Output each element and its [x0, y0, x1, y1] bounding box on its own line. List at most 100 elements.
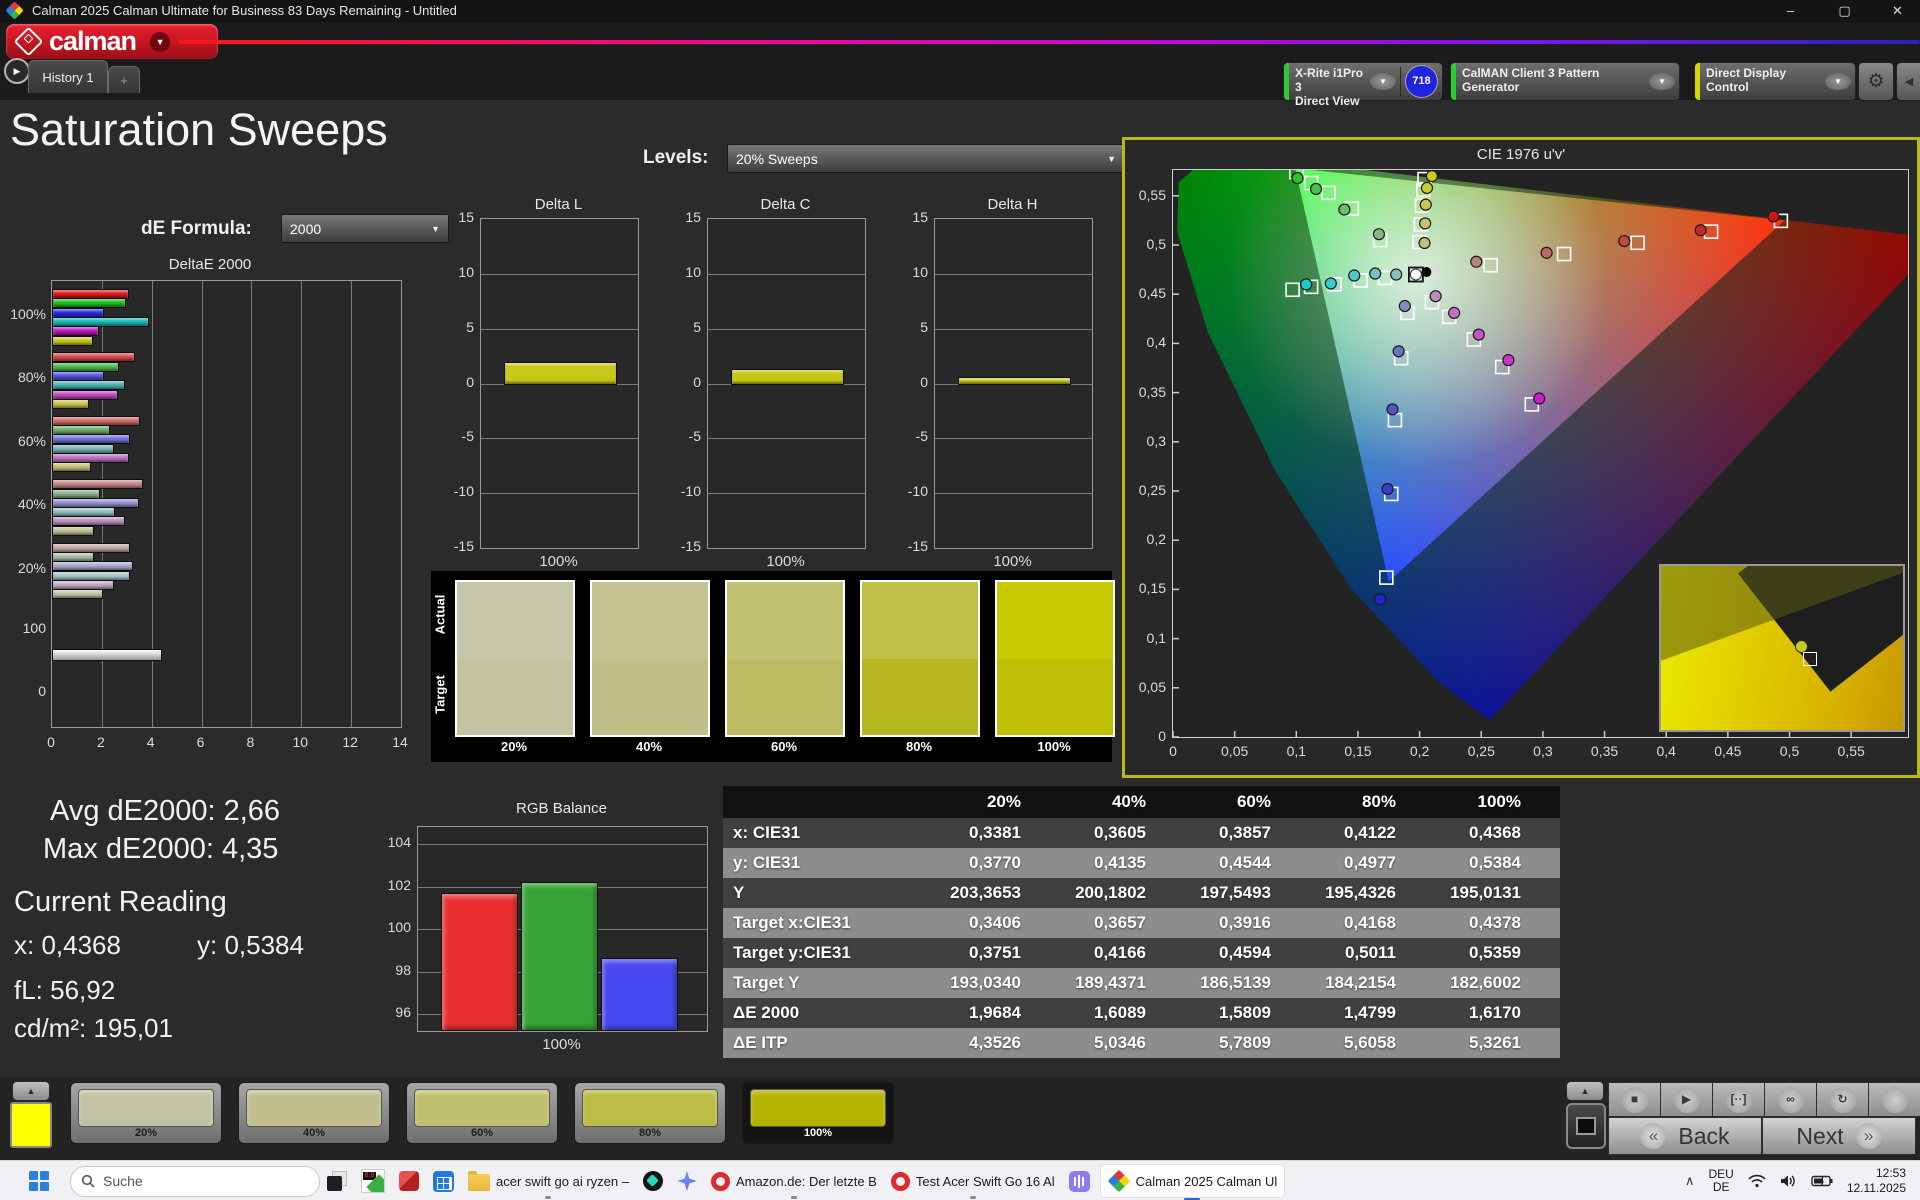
cie-inset-zoom	[1659, 564, 1905, 732]
taskbar-app-store[interactable]	[426, 1161, 461, 1200]
cie-measured-yellow-0	[1419, 238, 1430, 249]
gridline	[418, 844, 707, 845]
play-button[interactable]: ▶	[1660, 1082, 1713, 1117]
add-tab-button[interactable]: +	[108, 66, 140, 93]
cie-xtick-5: 0,25	[1459, 743, 1503, 759]
patch-tile-60%[interactable]: 60%	[406, 1082, 558, 1144]
header-area: calman ▼ ▶ History 1 + X-Rite i1Pro 3 Di…	[0, 22, 1920, 100]
levels-dropdown[interactable]: 20% Sweeps▼	[727, 144, 1125, 173]
cie-measured-blue-0	[1399, 301, 1410, 312]
settings-button[interactable]: ⚙	[1858, 62, 1894, 101]
refresh-button[interactable]: ↻	[1816, 1082, 1869, 1117]
patch-tile-40%[interactable]: 40%	[238, 1082, 390, 1144]
inset-target-square	[1803, 652, 1817, 666]
patch-tile-label: 20%	[71, 1127, 221, 1139]
minimize-button[interactable]: –	[1768, 0, 1813, 22]
taskbar-app-redbox[interactable]	[392, 1161, 426, 1200]
deltae-ytick-100: 100	[0, 620, 46, 636]
chevron-down-icon[interactable]: ▼	[1370, 73, 1396, 90]
deltaL-ytick-0: 0	[438, 374, 474, 390]
deltae-ytick-100%: 100%	[0, 306, 46, 322]
tab-history-1[interactable]: History 1	[28, 60, 108, 93]
table-row-label: Target x:CIE31	[723, 913, 910, 933]
cie-xtick-11: 0,55	[1829, 743, 1873, 759]
taskbar-app-copilot[interactable]	[670, 1161, 704, 1200]
close-button[interactable]: ✕	[1875, 0, 1920, 22]
taskbar-app-taskview[interactable]	[320, 1161, 354, 1200]
gridline	[935, 493, 1092, 494]
cie-measured-blue-2	[1387, 404, 1398, 415]
patch-tile-color	[750, 1089, 886, 1127]
taskbar-app-calman[interactable]: Calman 2025 Calman Ul	[1100, 1164, 1286, 1198]
deltaC-ytick--10: -10	[665, 483, 701, 499]
wifi-icon[interactable]	[1748, 1174, 1766, 1188]
language-indicator[interactable]: DEUDE	[1708, 1168, 1733, 1194]
loop-icon: ∞	[1778, 1087, 1804, 1113]
deltae-ytick-80%: 80%	[0, 369, 46, 385]
cie-measured-yellow-1	[1420, 218, 1431, 229]
taskbar-app-opera[interactable]: Test Acer Swift Go 16 Al	[884, 1161, 1062, 1200]
de-formula-value: 2000	[290, 221, 321, 237]
cie-xtick-2: 0,1	[1274, 743, 1318, 759]
chevron-down-icon[interactable]: ▼	[1825, 73, 1851, 90]
stop-icon: ■	[1622, 1087, 1648, 1113]
battery-icon[interactable]	[1811, 1175, 1833, 1187]
patch-target-80%	[862, 659, 978, 736]
gear-icon: ⚙	[1867, 70, 1884, 93]
gridline	[708, 438, 865, 439]
clock[interactable]: 12:5312.11.2025	[1847, 1166, 1906, 1196]
cie-measured-red-2	[1619, 236, 1630, 247]
opera-icon	[711, 1172, 730, 1191]
meter-device-line1: X-Rite i1Pro 3	[1295, 66, 1366, 94]
taskbar-app-levels[interactable]	[1062, 1161, 1097, 1200]
title-bar: Calman 2025 Calman Ultimate for Business…	[0, 0, 1920, 22]
maximize-button[interactable]: ▢	[1822, 0, 1867, 22]
rgb-ytick-104: 104	[375, 834, 411, 850]
table-row-7: ΔE ITP4,35265,03465,78095,60585,3261	[723, 1028, 1560, 1058]
patch-list-up-button[interactable]: ▲	[12, 1081, 50, 1101]
meter-reading-badge: 718	[1405, 65, 1438, 98]
display-control-dropdown[interactable]: Direct Display Control ▼	[1694, 62, 1856, 101]
deltaH-ytick-15: 15	[892, 209, 928, 225]
start-button[interactable]	[22, 1161, 56, 1200]
taskbar-app-meter[interactable]: 8.8	[354, 1161, 392, 1200]
stop-button[interactable]: ■	[1608, 1082, 1661, 1117]
chevron-down-icon: ▼	[431, 224, 440, 234]
table-cell: 0,3657	[1035, 913, 1160, 933]
gridline	[481, 493, 638, 494]
next-button[interactable]: Next»	[1762, 1117, 1916, 1155]
patch-tile-100%[interactable]: 100%	[742, 1082, 894, 1144]
history-panel-toggle[interactable]: ▶	[4, 58, 30, 84]
patch-tile-80%[interactable]: 80%	[574, 1082, 726, 1144]
cie-ytick-9: 0,45	[1125, 285, 1166, 301]
range-button[interactable]: [··]	[1712, 1082, 1765, 1117]
de-formula-dropdown[interactable]: 2000 ▼	[281, 214, 449, 243]
volume-icon[interactable]	[1780, 1174, 1797, 1188]
taskbar-app-bird[interactable]	[636, 1161, 670, 1200]
play-icon: ▶	[1674, 1087, 1700, 1113]
patch-tile-20%[interactable]: 20%	[70, 1082, 222, 1144]
taskbar-app-folder[interactable]: acer swift go ai ryzen –	[461, 1161, 636, 1200]
sidebar-up-button[interactable]: ▲	[1566, 1081, 1604, 1101]
display-control-label: Direct Display Control	[1706, 66, 1821, 94]
tray-chevron-icon[interactable]: ∧	[1685, 1173, 1695, 1189]
patch-swatch-80%	[860, 580, 980, 737]
search-input[interactable]: Suche	[70, 1166, 320, 1197]
pattern-window-button[interactable]	[1566, 1103, 1606, 1149]
pattern-generator-dropdown[interactable]: CalMAN Client 3 Pattern Generator ▼	[1450, 62, 1680, 101]
cie-ytick-3: 0,15	[1125, 580, 1166, 596]
loop-button[interactable]: ∞	[1764, 1082, 1817, 1117]
collapse-panel-button[interactable]: ◀	[1896, 62, 1920, 101]
tray-time: 12:53	[1847, 1166, 1906, 1181]
patch-tile-label: 80%	[575, 1127, 725, 1139]
cie-measured-magenta-2	[1473, 329, 1484, 340]
chevron-down-icon[interactable]: ▼	[1649, 73, 1675, 90]
meter-device-dropdown[interactable]: X-Rite i1Pro 3 Direct View ▼ 718	[1283, 62, 1443, 101]
patch-navigation-strip: ▲ 20% 40% 60% 80% 100% ▲ ■ ▶ [··] ∞ ↻ «BackNext»	[0, 1077, 1920, 1160]
folder-icon	[468, 1174, 490, 1191]
table-cell: 1,9684	[910, 1003, 1035, 1023]
max-de2000-stat: Max dE2000: 4,35	[43, 833, 278, 866]
blank-button[interactable]	[1868, 1082, 1920, 1117]
back-button[interactable]: «Back	[1608, 1117, 1762, 1155]
taskbar-app-opera[interactable]: Amazon.de: Der letzte B	[704, 1161, 884, 1200]
